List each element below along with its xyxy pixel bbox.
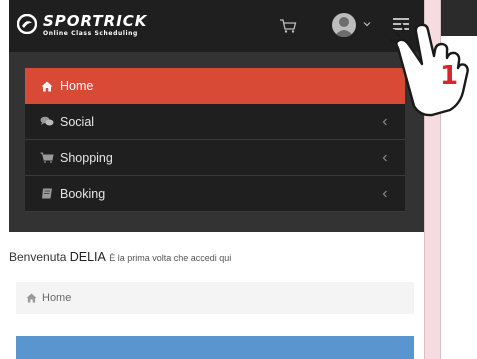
nav-menu-panel: Home Social Shopping Booking [9, 52, 424, 232]
menu-item-social[interactable]: Social [25, 104, 405, 140]
menu-item-booking[interactable]: Booking [25, 176, 405, 212]
book-icon [40, 188, 54, 200]
welcome-greeting: Benvenuta [9, 250, 67, 264]
tap-hand-icon: 1 [390, 23, 469, 117]
chevron-left-icon [382, 154, 387, 162]
menu-item-shopping[interactable]: Shopping [25, 140, 405, 176]
chat-bubbles-icon [40, 116, 54, 128]
welcome-message: Benvenuta DELIA È la prima volta che acc… [9, 250, 231, 264]
breadcrumb: Home [16, 282, 414, 314]
user-name: DELIA [69, 250, 106, 264]
menu-item-home[interactable]: Home [25, 68, 405, 104]
home-icon [40, 80, 54, 92]
avatar-person-icon [334, 17, 354, 37]
menu-item-label: Booking [60, 186, 106, 201]
cart-icon[interactable] [279, 18, 297, 34]
menu-item-label: Social [60, 114, 95, 129]
home-icon [26, 293, 37, 303]
chevron-left-icon [382, 118, 387, 126]
nav-menu: Home Social Shopping Booking [25, 68, 405, 212]
content-panel-header [16, 336, 414, 359]
menu-item-label: Home [60, 79, 94, 93]
step-number: 1 [440, 61, 458, 91]
brand-subtitle: Online Class Scheduling [43, 30, 138, 37]
top-navbar: SPORTRICK Online Class Scheduling [9, 0, 424, 52]
logo-mark-icon [17, 14, 37, 34]
brand-logo[interactable]: SPORTRICK Online Class Scheduling [17, 13, 147, 43]
first-visit-hint: È la prima volta che accedi qui [109, 253, 232, 263]
chevron-down-icon[interactable] [362, 19, 372, 29]
menu-item-label: Shopping [60, 150, 113, 165]
logo-text: SPORTRICK Online Class Scheduling [43, 13, 147, 38]
brand-title: SPORTRICK [43, 12, 148, 30]
chevron-left-icon [382, 190, 387, 198]
cart-icon [40, 152, 54, 164]
user-avatar[interactable] [332, 13, 356, 37]
app-screen: SPORTRICK Online Class Scheduling Home S… [0, 0, 425, 359]
breadcrumb-home[interactable]: Home [42, 292, 71, 304]
